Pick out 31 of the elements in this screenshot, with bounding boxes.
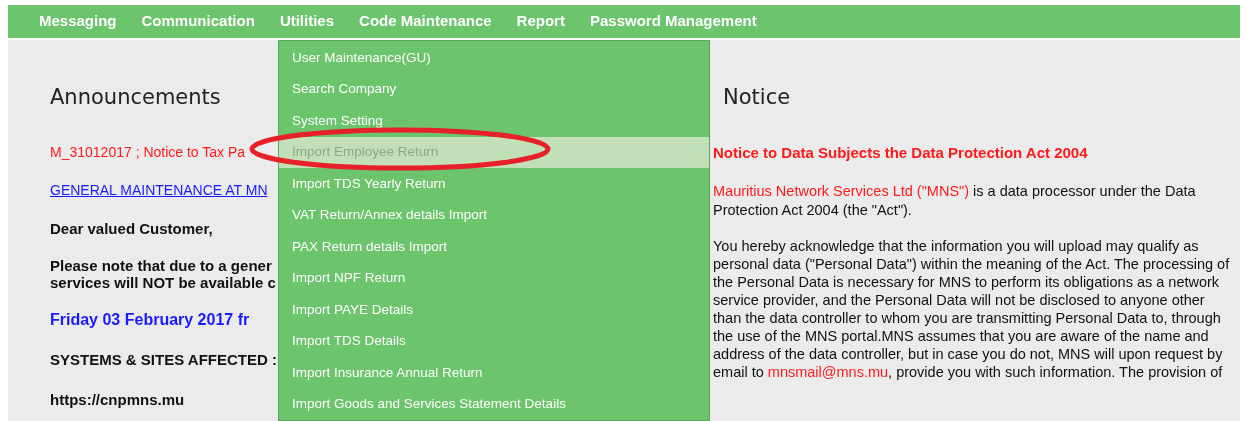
dropdown-item[interactable]: Import Employee Return — [279, 136, 709, 168]
menu-item[interactable]: Password Management — [589, 10, 757, 33]
notice-title: Notice to Data Subjects the Data Protection Act 2004 — [713, 142, 1088, 163]
menu-item[interactable]: Code Maintenance — [359, 10, 492, 33]
menu-item[interactable]: Utilities — [279, 10, 335, 33]
announcement-text: Dear valued Customer, — [50, 218, 213, 239]
maintenance-date: Friday 03 February 2017 fr — [50, 310, 250, 330]
announcement-text: SYSTEMS & SITES AFFECTED : — [50, 350, 277, 370]
dropdown-item[interactable]: PAX Return details Import — [279, 231, 709, 263]
dropdown-item[interactable]: System Setting — [279, 105, 709, 137]
notice-paragraph: You hereby acknowledge that the information you will upload may qualify as personal data ("Personal Data") within the meaning of the Act. The processing of the Personal Data is necessary for MNS to perform its obligations as a network service provider, and the Personal Data will not be disclosed to anyone other than the data controller to whom you are transmitting Personal Data to, through the use of the MNS portal.MNS assumes that you are aware of the name and address of the data controller, but in case you do not, MNS will upon request by email to mnsmail@mns.mu, provide you with such information. The provision of — [713, 237, 1231, 381]
dropdown-item[interactable]: Import PAYE Details — [279, 294, 709, 326]
dropdown-item[interactable]: Import TDS Yearly Return — [279, 168, 709, 200]
dropdown-item[interactable]: User Maintenance(GU) — [279, 42, 709, 74]
notice-paragraph: Mauritius Network Services Ltd ("MNS") is a data processor under the Data Protection Act 2004 (the "Act"). — [713, 182, 1197, 220]
menu-item[interactable]: Report — [516, 10, 565, 33]
dropdown-item[interactable]: Import Goods and Services Statement Details — [279, 388, 709, 420]
announcement-link[interactable]: GENERAL MAINTENANCE AT MN — [50, 179, 268, 201]
dropdown-item[interactable]: Search Company — [279, 73, 709, 105]
dropdown-item[interactable]: VAT Return/Annex details Import — [279, 199, 709, 231]
email-link[interactable]: mnsmail@mns.mu — [767, 364, 889, 380]
section-heading: Notice — [723, 84, 791, 111]
announcement-paragraph: Please note that due to a gener services will NOT be available c — [50, 257, 276, 291]
announcement-text: https://cnpmns.mu — [50, 389, 185, 410]
dropdown-item[interactable]: Import TDS Details — [279, 325, 709, 357]
dropdown-item[interactable]: Import NPF Return — [279, 262, 709, 294]
dropdown-item[interactable]: Import Insurance Annual Return — [279, 357, 709, 389]
menu-item[interactable]: Messaging — [39, 10, 117, 33]
menu-item[interactable]: Communication — [141, 10, 255, 33]
section-heading: Announcements — [50, 84, 221, 111]
notice-title: M_31012017 ; Notice to Tax Pa — [50, 142, 246, 162]
